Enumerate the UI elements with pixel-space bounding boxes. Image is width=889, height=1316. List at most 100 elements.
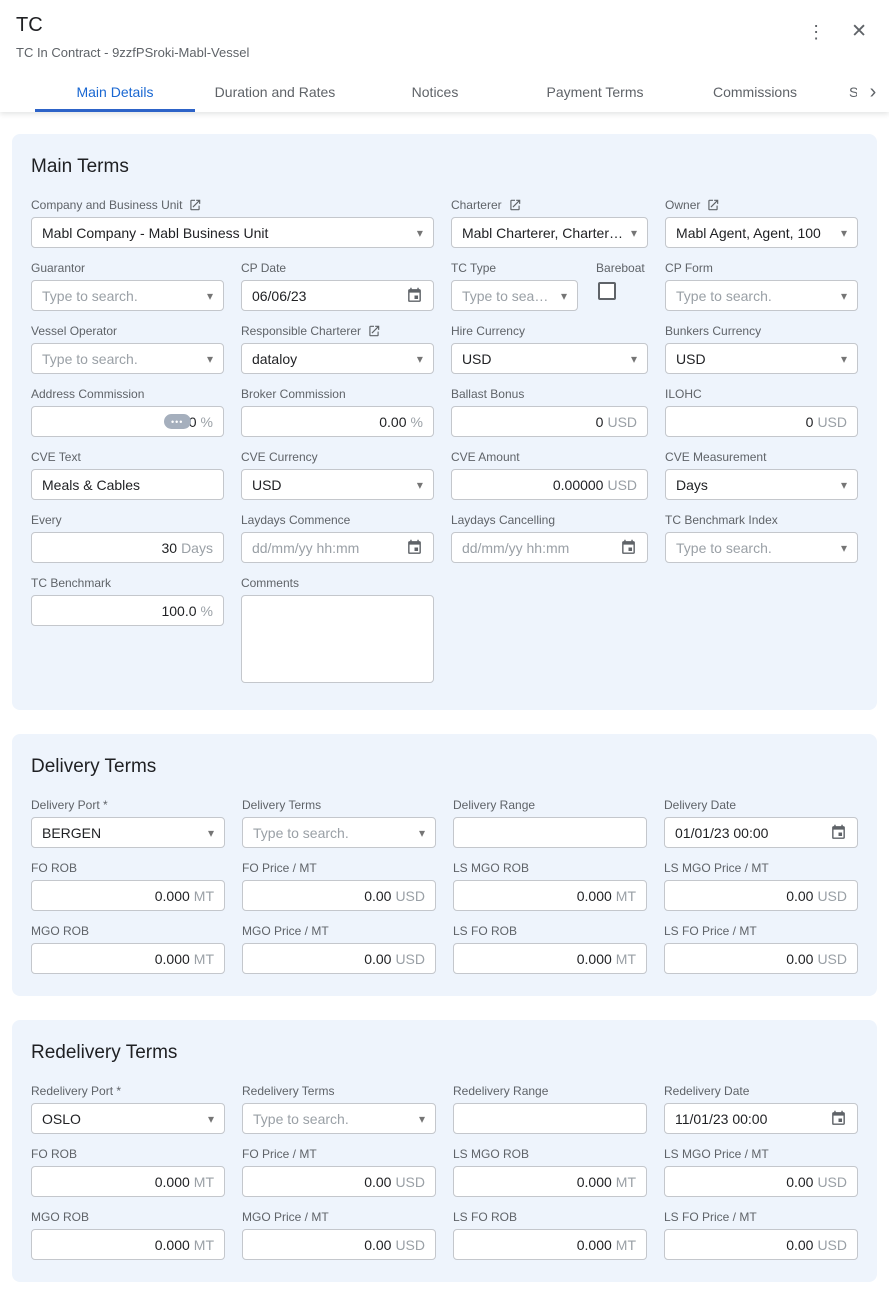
delivery-ls-fo-price-field: LS FO Price / MT 0.00 USD (664, 924, 858, 974)
cp-date-label: CP Date (241, 261, 286, 275)
comments-input[interactable] (241, 595, 434, 683)
redelivery-range-input[interactable] (453, 1103, 647, 1134)
company-select[interactable]: Mabl Company - Mabl Business Unit ▾ (31, 217, 434, 248)
kebab-menu-icon[interactable]: ⋮ (805, 21, 827, 43)
delivery-port-select[interactable]: BERGEN ▾ (31, 817, 225, 848)
cve-amount-input[interactable]: 0.00000 USD (451, 469, 648, 500)
laydays-commence-input[interactable]: dd/mm/yy hh:mm (241, 532, 434, 563)
delivery-ls-fo-price-input[interactable]: 0.00 USD (664, 943, 858, 974)
address-commission-field: Address Commission ••• 0 % (31, 387, 224, 437)
redelivery-ls-mgo-price-input[interactable]: 0.00 USD (664, 1166, 858, 1197)
redelivery-ls-fo-price-input[interactable]: 0.00 USD (664, 1229, 858, 1260)
cp-date-field: CP Date 06/06/23 (241, 261, 434, 311)
delivery-terms-select[interactable]: Type to search. ▾ (242, 817, 436, 848)
tc-type-label: TC Type (451, 261, 496, 275)
bareboat-checkbox[interactable] (598, 282, 616, 300)
vessel-operator-select[interactable]: Type to search. ▾ (31, 343, 224, 374)
address-commission-input[interactable]: ••• 0 % (31, 406, 224, 437)
cve-measurement-select[interactable]: Days ▾ (665, 469, 858, 500)
calendar-icon[interactable] (830, 824, 847, 841)
delivery-ls-mgo-price-input[interactable]: 0.00 USD (664, 880, 858, 911)
broker-commission-input[interactable]: 0.00 % (241, 406, 434, 437)
ilohc-label: ILOHC (665, 387, 702, 401)
delivery-mgo-rob-input[interactable]: 0.000 MT (31, 943, 225, 974)
main-terms-section: Main Terms Company and Business Unit Mab… (12, 134, 877, 710)
ballast-bonus-field: Ballast Bonus 0 USD (451, 387, 648, 437)
cp-date-input[interactable]: 06/06/23 (241, 280, 434, 311)
redelivery-terms-select[interactable]: Type to search. ▾ (242, 1103, 436, 1134)
owner-select[interactable]: Mabl Agent, Agent, 100 ▾ (665, 217, 858, 248)
chevron-down-icon: ▾ (561, 289, 567, 303)
delivery-mgo-price-input[interactable]: 0.00 USD (242, 943, 436, 974)
close-icon[interactable]: ✕ (849, 20, 869, 43)
external-link-icon[interactable] (508, 198, 522, 212)
delivery-range-input[interactable] (453, 817, 647, 848)
delivery-ls-mgo-rob-input[interactable]: 0.000 MT (453, 880, 647, 911)
chevron-down-icon: ▾ (419, 1112, 425, 1126)
laydays-cancelling-label: Laydays Cancelling (451, 513, 555, 527)
external-link-icon[interactable] (367, 324, 381, 338)
delivery-fo-price-input[interactable]: 0.00 USD (242, 880, 436, 911)
ilohc-input[interactable]: 0 USD (665, 406, 858, 437)
company-label: Company and Business Unit (31, 198, 182, 212)
tc-benchmark-index-select[interactable]: Type to search. ▾ (665, 532, 858, 563)
redelivery-port-label: Redelivery Port * (31, 1084, 121, 1098)
chevron-down-icon: ▾ (417, 478, 423, 492)
calendar-icon[interactable] (406, 539, 423, 556)
redelivery-ls-mgo-rob-input[interactable]: 0.000 MT (453, 1166, 647, 1197)
delivery-ls-mgo-price-field: LS MGO Price / MT 0.00 USD (664, 861, 858, 911)
redelivery-mgo-rob-input[interactable]: 0.000 MT (31, 1229, 225, 1260)
delivery-ls-fo-rob-input[interactable]: 0.000 MT (453, 943, 647, 974)
tab-notices[interactable]: Notices (355, 72, 515, 112)
bunkers-currency-select[interactable]: USD ▾ (665, 343, 858, 374)
redelivery-date-input[interactable]: 11/01/23 00:00 (664, 1103, 858, 1134)
responsible-charterer-label: Responsible Charterer (241, 324, 361, 338)
tc-type-select[interactable]: Type to sea… ▾ (451, 280, 578, 311)
calendar-icon[interactable] (620, 539, 637, 556)
hire-currency-select[interactable]: USD ▾ (451, 343, 648, 374)
ballast-bonus-input[interactable]: 0 USD (451, 406, 648, 437)
redelivery-fo-price-label: FO Price / MT (242, 1147, 317, 1161)
comments-field: Comments (241, 576, 434, 688)
cp-form-field: CP Form Type to search. ▾ (665, 261, 858, 311)
external-link-icon[interactable] (706, 198, 720, 212)
delivery-terms-section: Delivery Terms Delivery Port * BERGEN ▾ … (12, 734, 877, 996)
redelivery-ls-fo-rob-input[interactable]: 0.000 MT (453, 1229, 647, 1260)
redelivery-terms-field: Redelivery Terms Type to search. ▾ (242, 1084, 436, 1134)
responsible-charterer-select[interactable]: dataloy ▾ (241, 343, 434, 374)
delivery-fo-price-field: FO Price / MT 0.00 USD (242, 861, 436, 911)
laydays-commence-label: Laydays Commence (241, 513, 350, 527)
tab-main-details[interactable]: Main Details (35, 72, 195, 112)
tab-duration-and-rates[interactable]: Duration and Rates (195, 72, 355, 112)
redelivery-fo-rob-input[interactable]: 0.000 MT (31, 1166, 225, 1197)
every-input[interactable]: 30 Days (31, 532, 224, 563)
laydays-cancelling-input[interactable]: dd/mm/yy hh:mm (451, 532, 648, 563)
redelivery-mgo-price-input[interactable]: 0.00 USD (242, 1229, 436, 1260)
redelivery-fo-price-input[interactable]: 0.00 USD (242, 1166, 436, 1197)
guarantor-select[interactable]: Type to search. ▾ (31, 280, 224, 311)
delivery-date-input[interactable]: 01/01/23 00:00 (664, 817, 858, 848)
tc-benchmark-input[interactable]: 100.0 % (31, 595, 224, 626)
delivery-terms-heading: Delivery Terms (31, 756, 858, 778)
ballast-bonus-label: Ballast Bonus (451, 387, 524, 401)
every-label: Every (31, 513, 62, 527)
redelivery-mgo-rob-field: MGO ROB 0.000 MT (31, 1210, 225, 1260)
hire-currency-label: Hire Currency (451, 324, 525, 338)
cve-currency-select[interactable]: USD ▾ (241, 469, 434, 500)
cp-form-label: CP Form (665, 261, 713, 275)
bunkers-currency-field: Bunkers Currency USD ▾ (665, 324, 858, 374)
external-link-icon[interactable] (188, 198, 202, 212)
chevron-down-icon: ▾ (841, 226, 847, 240)
tab-payment-terms[interactable]: Payment Terms (515, 72, 675, 112)
chevron-right-icon[interactable]: › (857, 72, 889, 112)
ilohc-field: ILOHC 0 USD (665, 387, 858, 437)
calendar-icon[interactable] (830, 1110, 847, 1127)
charterer-select[interactable]: Mabl Charterer, Charter… ▾ (451, 217, 648, 248)
tab-commissions[interactable]: Commissions (675, 72, 835, 112)
cp-form-select[interactable]: Type to search. ▾ (665, 280, 858, 311)
redelivery-port-select[interactable]: OSLO ▾ (31, 1103, 225, 1134)
calendar-icon[interactable] (406, 287, 423, 304)
cve-text-input[interactable]: Meals & Cables (31, 469, 224, 500)
delivery-fo-rob-input[interactable]: 0.000 MT (31, 880, 225, 911)
chevron-down-icon: ▾ (841, 289, 847, 303)
